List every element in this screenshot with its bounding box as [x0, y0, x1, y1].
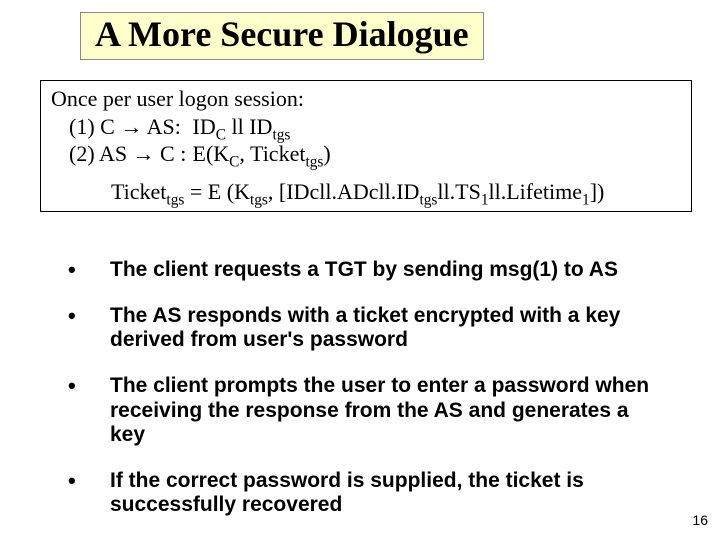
protocol-line-1: (1) C → AS: IDC ll IDtgs — [51, 113, 681, 141]
page-number: 16 — [692, 512, 708, 528]
bullet-text: The client prompts the user to enter a p… — [110, 374, 668, 446]
slide-title: A More Secure Dialogue — [80, 12, 484, 60]
bullet-text: The client requests a TGT by sending msg… — [110, 258, 668, 282]
protocol-box: Once per user logon session: (1) C → AS:… — [40, 80, 692, 212]
list-item: • If the correct password is supplied, t… — [68, 469, 668, 517]
protocol-header: Once per user logon session: — [51, 85, 681, 113]
bullet-icon: • — [68, 469, 110, 517]
protocol-line-1-body: IDC ll IDtgs — [193, 114, 291, 139]
list-item: • The client requests a TGT by sending m… — [68, 258, 668, 282]
protocol-line-2-body: E(KC, Tickettgs) — [193, 141, 331, 166]
list-item: • The AS responds with a ticket encrypte… — [68, 304, 668, 352]
bullet-text: The AS responds with a ticket encrypted … — [110, 304, 668, 352]
bullet-icon: • — [68, 374, 110, 446]
protocol-ticket-line: Tickettgs = E (Ktgs, [IDcll.ADcll.IDtgsl… — [51, 178, 681, 206]
slide: A More Secure Dialogue Once per user log… — [0, 0, 720, 540]
bullet-icon: • — [68, 304, 110, 352]
list-item: • The client prompts the user to enter a… — [68, 374, 668, 446]
bullet-list: • The client requests a TGT by sending m… — [68, 258, 668, 539]
bullet-icon: • — [68, 258, 110, 282]
protocol-line-2: (2) AS → C : E(KC, Tickettgs) — [51, 140, 681, 168]
protocol-line-1-label: (1) C → AS: — [69, 113, 187, 141]
bullet-text: If the correct password is supplied, the… — [110, 469, 668, 517]
protocol-line-2-label: (2) AS → C : — [69, 140, 187, 168]
spacer — [51, 168, 681, 178]
